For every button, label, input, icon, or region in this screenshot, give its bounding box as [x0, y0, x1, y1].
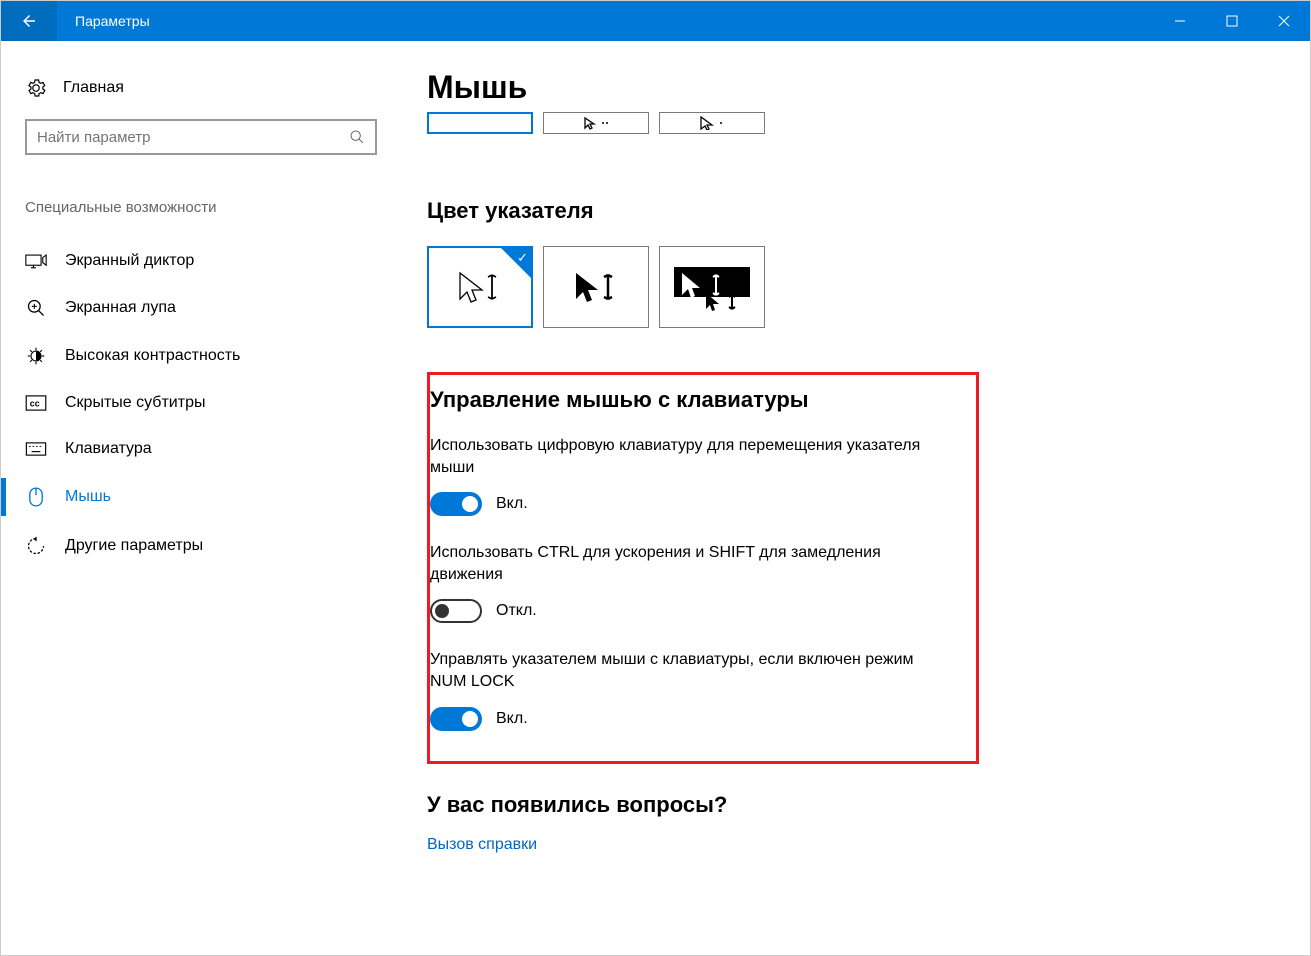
- maximize-button[interactable]: [1206, 1, 1258, 41]
- window-title: Параметры: [57, 13, 1154, 29]
- toggle-ctrl-shift-speed[interactable]: [430, 599, 482, 623]
- narrator-icon: [25, 252, 47, 270]
- sidebar-item-label: Скрытые субтитры: [65, 394, 205, 412]
- sidebar-item-closed-captions[interactable]: cc Скрытые субтитры: [25, 380, 369, 426]
- page-title: Мышь: [427, 69, 1270, 106]
- arrow-left-icon: [20, 12, 38, 30]
- pointer-size-large[interactable]: [659, 112, 765, 134]
- sidebar-item-label: Мышь: [65, 488, 111, 506]
- magnifier-icon: [25, 298, 47, 318]
- sidebar-item-magnifier[interactable]: Экранная лупа: [25, 284, 369, 332]
- sidebar-item-keyboard[interactable]: Клавиатура: [25, 426, 369, 472]
- toggle-numpad-move[interactable]: [430, 492, 482, 516]
- minimize-icon: [1174, 15, 1186, 27]
- keyboard-mouse-title: Управление мышью с клавиатуры: [430, 387, 952, 413]
- back-button[interactable]: [1, 1, 57, 41]
- search-input[interactable]: [37, 129, 349, 146]
- sidebar-item-high-contrast[interactable]: Высокая контрастность: [25, 332, 369, 380]
- close-button[interactable]: [1258, 1, 1310, 41]
- mouse-icon: [25, 486, 47, 508]
- contrast-icon: [25, 346, 47, 366]
- setting-label: Использовать цифровую клавиатуру для пер…: [430, 435, 930, 478]
- pointer-color-black[interactable]: [543, 246, 649, 328]
- pointer-size-small[interactable]: [427, 112, 533, 134]
- minimize-button[interactable]: [1154, 1, 1206, 41]
- sidebar-item-narrator[interactable]: Экранный диктор: [25, 238, 369, 284]
- window-controls: [1154, 1, 1310, 41]
- toggle-state: Откл.: [496, 602, 537, 620]
- pointer-color-row: ✓: [427, 246, 1270, 328]
- toggle-state: Вкл.: [496, 495, 528, 513]
- category-label: Специальные возможности: [25, 199, 369, 216]
- toggle-numlock[interactable]: [430, 707, 482, 731]
- questions-title: У вас появились вопросы?: [427, 792, 1270, 818]
- pointer-size-row: [427, 112, 1270, 134]
- pointer-color-inverted[interactable]: [659, 246, 765, 328]
- pointer-color-white[interactable]: ✓: [427, 246, 533, 328]
- help-link[interactable]: Вызов справки: [427, 836, 537, 853]
- pointer-color-title: Цвет указателя: [427, 198, 1270, 224]
- sidebar-item-label: Клавиатура: [65, 440, 152, 458]
- home-link[interactable]: Главная: [25, 69, 369, 119]
- svg-text:cc: cc: [30, 399, 40, 409]
- sidebar: Главная Специальные возможности Экранный…: [1, 41, 393, 955]
- check-icon: ✓: [517, 250, 528, 266]
- sidebar-item-label: Экранная лупа: [65, 299, 176, 317]
- sidebar-item-label: Высокая контрастность: [65, 347, 240, 365]
- setting-label: Использовать CTRL для ускорения и SHIFT …: [430, 542, 930, 585]
- keyboard-icon: [25, 442, 47, 456]
- close-icon: [1278, 15, 1290, 27]
- toggle-state: Вкл.: [496, 710, 528, 728]
- pointer-size-medium[interactable]: [543, 112, 649, 134]
- captions-icon: cc: [25, 395, 47, 411]
- main-content: Мышь Цвет указателя ✓ Управление: [393, 41, 1310, 955]
- sidebar-item-label: Другие параметры: [65, 537, 203, 555]
- gear-icon: [25, 77, 47, 99]
- sidebar-item-label: Экранный диктор: [65, 252, 194, 270]
- maximize-icon: [1226, 15, 1238, 27]
- setting-label: Управлять указателем мыши с клавиатуры, …: [430, 649, 930, 692]
- sidebar-item-other[interactable]: Другие параметры: [25, 522, 369, 570]
- sidebar-item-mouse[interactable]: Мышь: [25, 472, 369, 522]
- titlebar: Параметры: [1, 1, 1310, 41]
- search-icon: [349, 129, 365, 145]
- keyboard-mouse-section: Управление мышью с клавиатуры Использова…: [427, 372, 979, 764]
- other-icon: [25, 536, 47, 556]
- home-label: Главная: [63, 79, 124, 97]
- search-box[interactable]: [25, 119, 377, 155]
